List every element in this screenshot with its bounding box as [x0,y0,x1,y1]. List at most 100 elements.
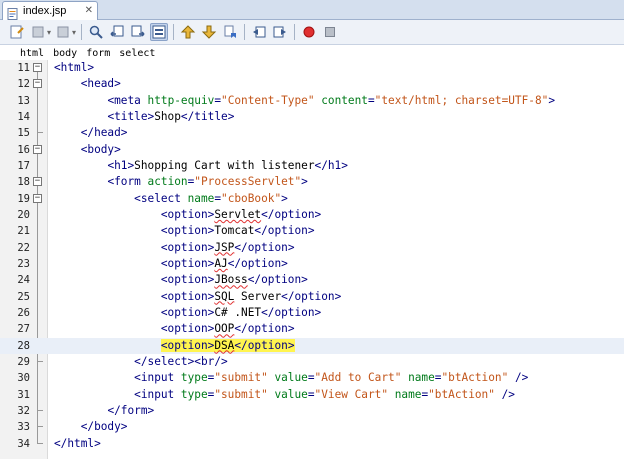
matched-tag-highlight: <option>DSA</option> [160,338,295,352]
editor-toolbar: ▾ ▾ [0,20,624,45]
code-line[interactable]: 24 <option>JBoss</option> [0,272,624,288]
code-line[interactable]: 14 <title>Shop</title> [0,109,624,125]
chevron-down-icon[interactable]: ▾ [72,28,76,37]
code-line[interactable]: 26 <option>C# .NET</option> [0,305,624,321]
line-number: 27 [17,323,30,336]
code-text: </html> [54,436,101,450]
fold-toggle-icon[interactable]: − [33,193,42,203]
code-text: </form> [107,403,155,417]
code-text: <option>DSA</option> [54,338,295,354]
code-line[interactable]: 27 <option>OOP</option> [0,321,624,337]
code-line[interactable]: 29 </select><br/> [0,353,624,370]
code-text: <option>SQL Server</option> [160,289,342,303]
code-line[interactable]: 13 <meta http-equiv="Content-Type" conte… [0,93,624,109]
next-bookmark-icon[interactable] [200,23,218,41]
code-text: <option>Servlet</option> [160,207,322,221]
code-line[interactable]: 31 <input type="submit" value="View Cart… [0,387,624,403]
find-previous-icon[interactable] [108,23,126,41]
tab-index-jsp[interactable]: index.jsp ✕ [2,1,98,20]
editor-tab-bar: index.jsp ✕ [0,0,624,20]
fold-end-marker-icon [37,353,43,362]
code-line[interactable]: 34 </html> [0,435,624,452]
breadcrumb-item-body[interactable]: body [53,48,77,59]
code-line[interactable]: 33 </body> [0,419,624,435]
line-number: 22 [17,241,30,254]
fold-toggle-icon[interactable]: − [33,79,42,89]
line-number: 14 [17,110,30,123]
chevron-down-icon[interactable]: ▾ [47,28,51,37]
breadcrumb-item-form[interactable]: form [86,48,110,59]
line-number: 25 [17,290,30,303]
code-line[interactable]: 22 <option>JSP</option> [0,240,624,256]
code-text: <meta http-equiv="Content-Type" content=… [107,93,556,107]
code-line[interactable]: 28 <option>DSA</option> [0,337,624,354]
find-next-icon[interactable] [129,23,147,41]
code-line[interactable]: 12− <head> [0,76,624,92]
code-line[interactable]: 30 <input type="submit" value="Add to Ca… [0,370,624,386]
code-text: <option>C# .NET</option> [160,305,322,319]
line-number: 18 [17,176,30,189]
code-text: </select><br/> [134,354,228,368]
fold-toggle-icon[interactable]: − [33,177,42,187]
toolbar-separator [81,24,83,40]
code-text: <input type="submit" value="View Cart" n… [134,387,515,401]
code-text: </head> [80,126,128,140]
code-text: <head> [80,77,121,91]
code-line[interactable]: 25 <option>SQL Server</option> [0,289,624,305]
line-number: 26 [17,306,30,319]
code-line[interactable]: 20 <option>Servlet</option> [0,207,624,223]
breadcrumb-item-html[interactable]: html [20,48,44,59]
fold-end-marker-icon [37,402,43,411]
code-text: <title>Shop</title> [107,109,235,123]
last-edit-icon[interactable] [8,23,26,41]
code-text: <form action="ProcessServlet"> [107,175,308,189]
toolbar-separator [173,24,175,40]
stop-macro-icon[interactable] [321,23,339,41]
code-text: <html> [54,61,95,74]
code-line[interactable]: 18− <form action="ProcessServlet"> [0,174,624,190]
code-text: </body> [80,420,128,434]
line-number: 30 [17,372,30,385]
shift-right-icon[interactable] [271,23,289,41]
close-icon[interactable]: ✕ [85,5,93,16]
find-selection-icon[interactable] [87,23,105,41]
code-line[interactable]: 16− <body> [0,142,624,158]
line-number: 28 [17,339,30,352]
code-text: <option>JBoss</option> [160,273,308,287]
forward-icon[interactable] [54,23,72,41]
code-line[interactable]: 11− <html> [0,60,624,76]
line-number: 23 [17,257,30,270]
code-text: <option>JSP</option> [160,240,295,254]
code-editor[interactable]: 11− <html> 12− <head> 13 <meta http-equiv="… [0,60,624,459]
line-number: 31 [17,388,30,401]
toggle-highlight-search-icon[interactable] [150,23,169,41]
code-line[interactable]: 32 </form> [0,402,624,419]
shift-left-icon[interactable] [250,23,268,41]
code-text: <option>Tomcat</option> [160,224,315,238]
line-number: 34 [17,437,30,450]
line-number: 15 [17,127,30,140]
code-line[interactable]: 23 <option>AJ</option> [0,256,624,272]
code-line[interactable]: 15 </head> [0,125,624,141]
fold-toggle-icon[interactable]: − [33,144,42,154]
code-line[interactable]: 17 <h1>Shopping Cart with listener</h1> [0,158,624,174]
code-text: <h1>Shopping Cart with listener</h1> [107,158,348,172]
back-icon[interactable] [29,23,47,41]
code-text: <option>AJ</option> [160,256,288,270]
fold-end-marker-icon [37,125,43,134]
fold-end-marker-icon [37,435,43,444]
start-macro-icon[interactable] [300,23,318,41]
breadcrumb-item-select[interactable]: select [119,48,155,59]
line-number: 20 [17,208,30,221]
line-number: 33 [17,421,30,434]
line-number: 16 [17,143,30,156]
code-line[interactable]: 21 <option>Tomcat</option> [0,223,624,239]
code-text: <option>OOP</option> [160,322,295,336]
toggle-bookmark-icon[interactable] [221,23,239,41]
breadcrumb: html body form select [0,46,624,60]
previous-bookmark-icon[interactable] [179,23,197,41]
toolbar-separator [244,24,246,40]
code-line[interactable]: 19− <select name="cboBook"> [0,191,624,207]
code-text: <input type="submit" value="Add to Cart"… [134,371,529,385]
fold-toggle-icon[interactable]: − [33,63,42,72]
